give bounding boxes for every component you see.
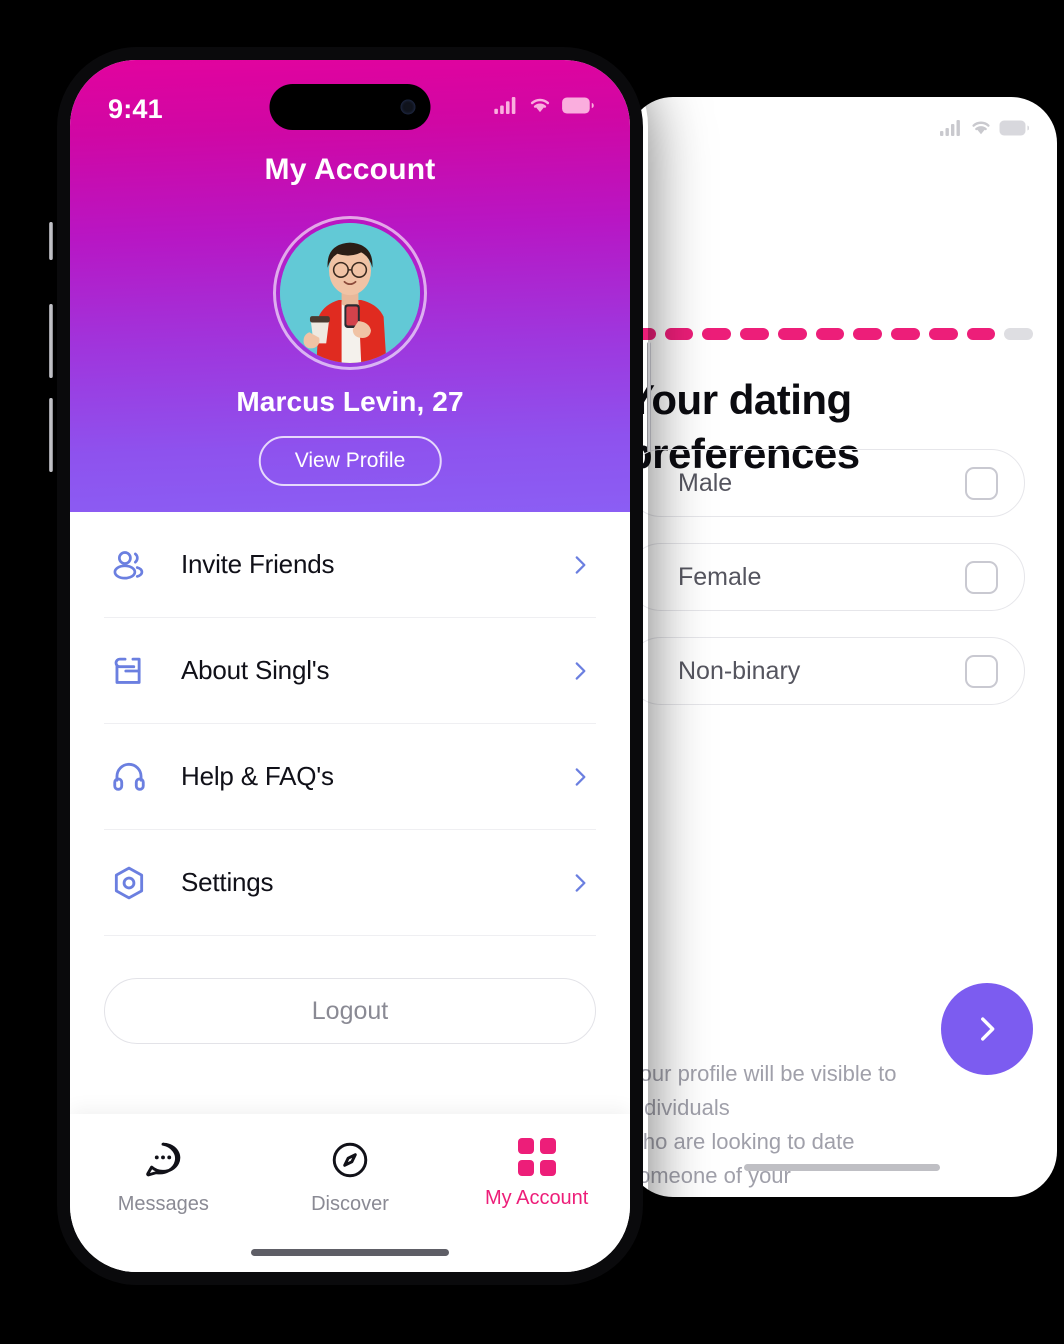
bg-option-row[interactable]: Female [627, 543, 1025, 611]
tab-label: Messages [117, 1193, 209, 1215]
bg-option-checkbox[interactable] [965, 560, 998, 594]
power-button[interactable] [647, 342, 651, 452]
menu-item-settings[interactable]: Settings [104, 830, 596, 936]
progress-segment [777, 327, 807, 340]
menu-item-label: Settings [181, 867, 274, 897]
account-header: 9:41 My Account Marcus Levin, 27 View Pr… [70, 60, 630, 512]
tab-discover[interactable]: Discover [257, 1138, 444, 1216]
bg-progress-bar [627, 327, 1034, 340]
tab-my-account[interactable]: My Account [443, 1138, 630, 1210]
bg-next-button[interactable] [941, 983, 1033, 1075]
people-icon [104, 546, 154, 584]
status-bar-clock: 9:41 [108, 94, 163, 124]
bg-option-label: Non-binary [678, 656, 801, 685]
progress-segment [702, 327, 732, 340]
cellular-signal-icon [494, 97, 516, 114]
bottom-tab-bar: Messages Discover My Account [70, 1114, 630, 1272]
bg-option-label: Female [678, 562, 762, 591]
bg-option-checkbox[interactable] [965, 466, 998, 500]
chevron-right-icon [564, 764, 596, 790]
bg-status-bar [940, 119, 1029, 136]
menu-item-about-singls[interactable]: About Singl's [104, 618, 596, 724]
chevron-right-icon [981, 1017, 995, 1041]
menu-item-label: Help & FAQ's [181, 761, 334, 791]
silence-switch[interactable] [49, 222, 53, 260]
bg-option-checkbox[interactable] [965, 654, 998, 688]
phone-screen: 9:41 My Account Marcus Levin, 27 View Pr… [70, 60, 630, 1272]
menu-item-invite-friends[interactable]: Invite Friends [104, 512, 596, 618]
dynamic-island [269, 84, 431, 130]
chevron-right-icon [564, 658, 596, 684]
progress-segment [1004, 327, 1034, 340]
menu-item-label: About Singl's [181, 655, 330, 685]
cellular-signal-icon [940, 120, 960, 136]
singls-logo-icon [104, 652, 154, 690]
status-bar-icons [494, 96, 594, 114]
bg-footer-note: Your profile will be visible to individu… [627, 1061, 897, 1189]
view-profile-button[interactable]: View Profile [258, 436, 442, 486]
user-photo [280, 223, 420, 363]
settings-hexagon-icon [104, 864, 154, 902]
avatar-image [280, 223, 420, 363]
progress-segment [891, 327, 920, 340]
battery-icon [999, 120, 1029, 135]
progress-segment [966, 327, 996, 340]
account-menu: Invite Friends About Singl's Help & FAQ'… [70, 512, 630, 936]
logout-button[interactable]: Logout [104, 978, 596, 1044]
front-camera-icon [400, 99, 416, 115]
progress-segment [928, 327, 958, 340]
bg-option-row[interactable]: Non-binary [627, 637, 1025, 705]
progress-segment [853, 327, 883, 340]
menu-item-label: Invite Friends [181, 549, 335, 579]
user-name: Marcus Levin, 27 [236, 386, 464, 417]
chat-bubble-icon [146, 1142, 181, 1177]
logout-section: Logout [70, 936, 630, 1044]
bg-gender-options: Male Female Non-binary [627, 449, 1025, 731]
volume-down-button[interactable] [49, 398, 53, 472]
volume-up-button[interactable] [49, 304, 53, 378]
progress-segment [664, 327, 694, 340]
progress-segment [740, 327, 769, 340]
home-indicator [251, 1249, 449, 1256]
foreground-phone: 9:41 My Account Marcus Levin, 27 View Pr… [49, 42, 651, 1290]
grid-icon [517, 1138, 556, 1176]
bg-option-row[interactable]: Male [627, 449, 1025, 517]
tab-label: Discover [311, 1193, 389, 1215]
chevron-right-icon [564, 552, 596, 578]
wifi-icon [972, 121, 990, 135]
avatar[interactable] [273, 216, 427, 370]
tab-label: My Account [484, 1187, 589, 1209]
chevron-right-icon [564, 870, 596, 896]
battery-icon [562, 97, 594, 113]
tab-messages[interactable]: Messages [70, 1138, 257, 1216]
background-phone-screen: Your dating preferences Male Female Non-… [627, 97, 1057, 1197]
page-title: My Account [264, 153, 436, 186]
wifi-icon [530, 98, 550, 113]
bg-home-indicator [744, 1164, 940, 1171]
headphones-icon [104, 758, 154, 796]
progress-segment [815, 327, 845, 340]
menu-item-help-faqs[interactable]: Help & FAQ's [104, 724, 596, 830]
bg-option-label: Male [678, 468, 733, 497]
compass-icon [332, 1142, 368, 1178]
